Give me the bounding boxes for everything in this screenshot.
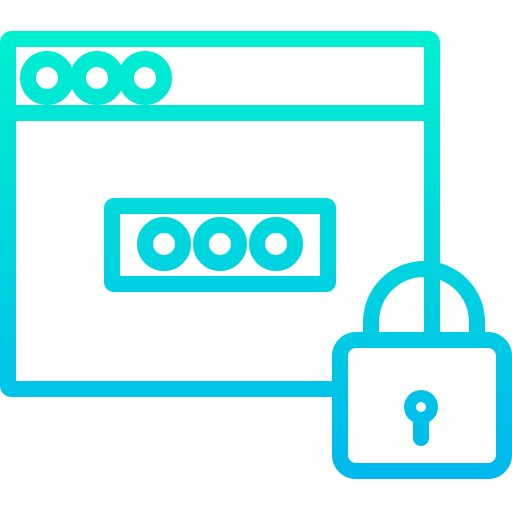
window-dot-1 — [20, 51, 74, 105]
password-mask-dots — [137, 217, 303, 271]
keyhole-center — [416, 402, 426, 412]
password-dot-2 — [193, 217, 247, 271]
secure-password-browser-icon — [0, 0, 512, 512]
window-control-dots-icon — [20, 51, 172, 105]
password-dot-1 — [137, 217, 191, 271]
keyhole-icon — [404, 390, 438, 446]
window-dot-3 — [118, 51, 172, 105]
icon-artwork — [0, 31, 512, 479]
password-dot-3 — [249, 217, 303, 271]
window-dot-2 — [70, 51, 124, 105]
